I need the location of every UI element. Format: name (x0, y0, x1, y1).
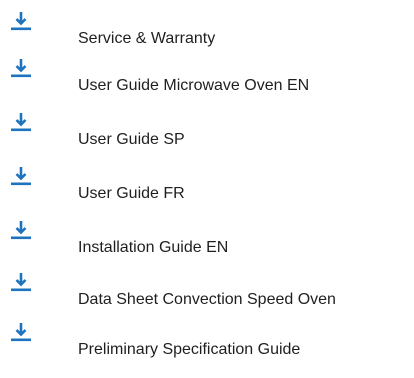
download-link-service-warranty[interactable]: Service & Warranty (0, 10, 414, 50)
download-label[interactable]: Data Sheet Convection Speed Oven (78, 290, 336, 310)
download-label[interactable]: User Guide Microwave Oven EN (78, 76, 309, 96)
download-label[interactable]: Preliminary Specification Guide (78, 340, 300, 360)
download-label[interactable]: Service & Warranty (78, 29, 215, 49)
download-arrow-icon[interactable] (10, 165, 32, 187)
download-link-data-sheet-convection-speed-oven[interactable]: Data Sheet Convection Speed Oven (0, 271, 414, 311)
download-link-installation-guide-en[interactable]: Installation Guide EN (0, 219, 414, 259)
download-arrow-icon[interactable] (10, 321, 32, 343)
download-arrow-icon[interactable] (10, 57, 32, 79)
download-arrow-icon[interactable] (10, 271, 32, 293)
download-arrow-icon[interactable] (10, 219, 32, 241)
download-arrow-icon[interactable] (10, 111, 32, 133)
download-arrow-icon[interactable] (10, 10, 32, 32)
download-link-user-guide-sp[interactable]: User Guide SP (0, 111, 414, 151)
download-link-preliminary-specification-guide[interactable]: Preliminary Specification Guide (0, 321, 414, 361)
download-label[interactable]: Installation Guide EN (78, 238, 228, 258)
download-label[interactable]: User Guide SP (78, 130, 185, 150)
download-list: Service & Warranty User Guide Microwave … (0, 0, 414, 378)
download-link-user-guide-microwave-en[interactable]: User Guide Microwave Oven EN (0, 57, 414, 97)
download-link-user-guide-fr[interactable]: User Guide FR (0, 165, 414, 205)
download-label[interactable]: User Guide FR (78, 184, 185, 204)
